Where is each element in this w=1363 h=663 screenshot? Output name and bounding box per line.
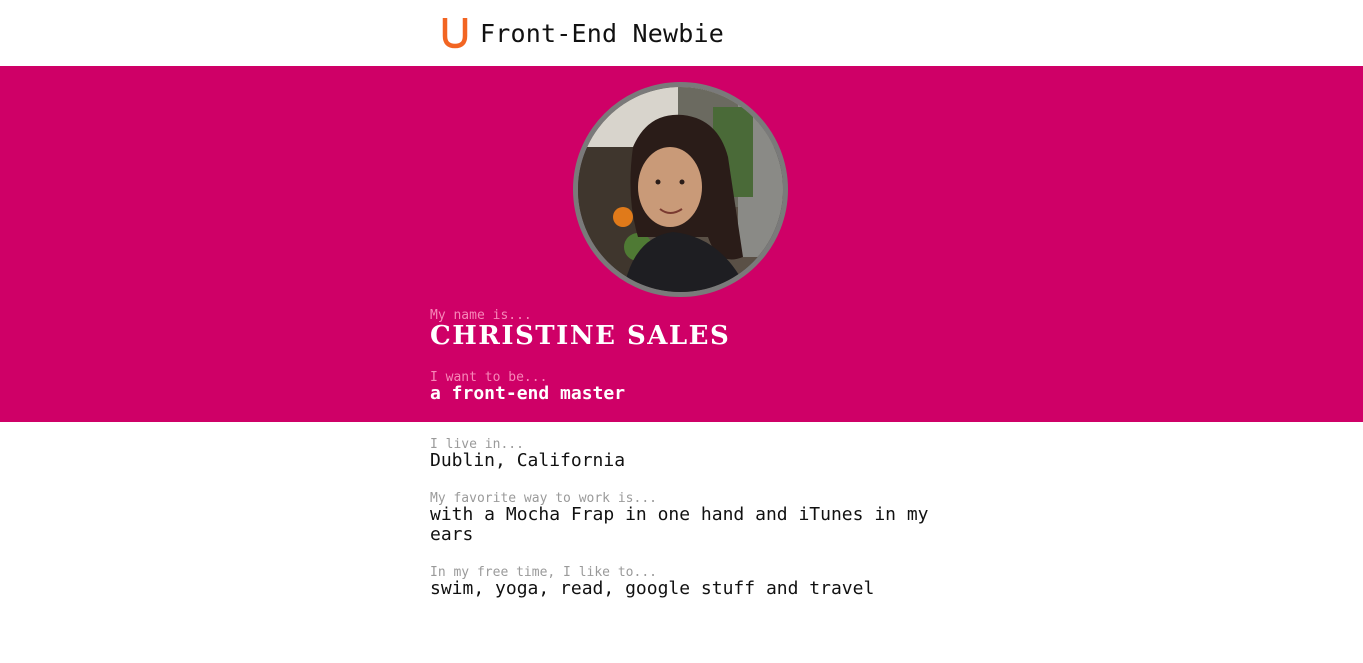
- goal-field: I want to be... a front-end master: [430, 371, 930, 404]
- name-value: CHRISTINE SALES: [430, 321, 731, 351]
- name-field: My name is... CHRISTINE SALES: [430, 309, 930, 350]
- location-value: Dublin, California: [430, 450, 626, 471]
- brand[interactable]: Front-End Newbie: [440, 16, 724, 50]
- work-style-value: with a Mocha Frap in one hand and iTunes…: [430, 504, 929, 545]
- site-title: Front-End Newbie: [480, 18, 725, 48]
- name-label: My name is...: [430, 308, 532, 323]
- site-header: Front-End Newbie: [0, 0, 1363, 66]
- profile-photo: [573, 82, 788, 297]
- profile-hero: My name is... CHRISTINE SALES I want to …: [0, 66, 1363, 422]
- u-logo-icon: [442, 18, 468, 49]
- goal-label: I want to be...: [430, 370, 548, 385]
- profile-details: I live in... Dublin, California My favor…: [0, 422, 1363, 663]
- profile-photo-image: [578, 87, 783, 292]
- location-field: I live in... Dublin, California: [430, 438, 930, 471]
- free-time-field: In my free time, I like to... swim, yoga…: [430, 566, 930, 599]
- work-style-field: My favorite way to work is... with a Moc…: [430, 492, 930, 545]
- free-time-value: swim, yoga, read, google stuff and trave…: [430, 578, 875, 599]
- goal-value: a front-end master: [430, 383, 626, 404]
